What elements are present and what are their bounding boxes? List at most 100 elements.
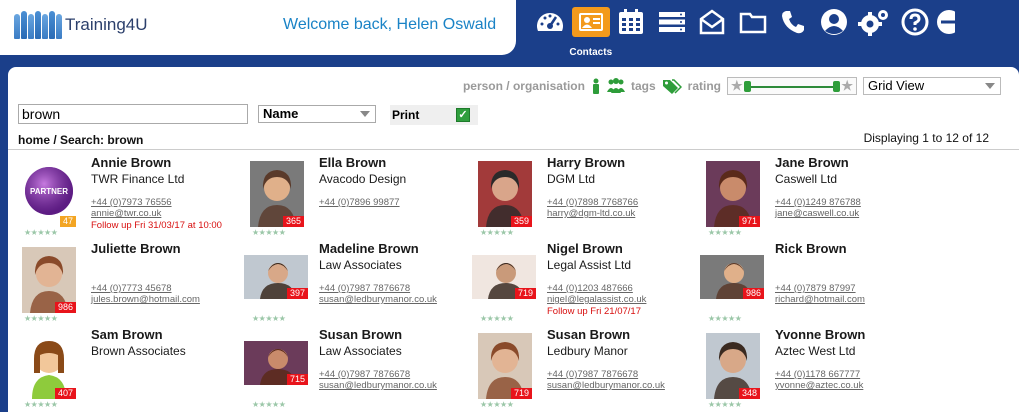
contact-name[interactable]: Sam Brown [91, 327, 163, 342]
nav-user[interactable] [814, 4, 855, 56]
contact-phone[interactable]: +44 (0)7987 7876678 [547, 369, 638, 380]
contact-card[interactable]: 365 ★★★★★ Ella Brown Avacodo Design +44 (0)7… [244, 155, 472, 241]
contact-card[interactable]: 986 ★★★★★ Juliette Brown +44 (0)7773 45678 j… [16, 241, 244, 327]
avatar[interactable]: 719 [472, 255, 536, 299]
avatar[interactable]: 971 [706, 161, 760, 227]
mail-icon [700, 9, 725, 35]
avatar[interactable]: 397 [244, 255, 308, 299]
contact-name[interactable]: Juliette Brown [91, 241, 181, 256]
score-badge: 986 [742, 288, 764, 299]
contact-email[interactable]: yvonne@aztec.co.uk [775, 380, 863, 391]
contact-company[interactable]: Ledbury Manor [547, 344, 628, 358]
contact-name[interactable]: Jane Brown [775, 155, 849, 170]
contact-card[interactable]: 359 ★★★★★ Harry Brown DGM Ltd +44 (0)7898 77… [472, 155, 700, 241]
nav-help[interactable] [895, 4, 936, 56]
nav-settings[interactable] [854, 4, 895, 56]
view-select-value: Grid View [868, 78, 925, 93]
contact-name[interactable]: Ella Brown [319, 155, 386, 170]
contact-name[interactable]: Susan Brown [547, 327, 630, 342]
contact-company[interactable]: DGM Ltd [547, 172, 595, 186]
slider-handle-max[interactable] [833, 81, 840, 92]
search-input[interactable]: brown [18, 104, 248, 124]
contact-name[interactable]: Madeline Brown [319, 241, 419, 256]
contact-company[interactable]: Legal Assist Ltd [547, 258, 631, 272]
avatar[interactable]: 715 [244, 341, 308, 385]
contact-name[interactable]: Rick Brown [775, 241, 847, 256]
contact-company[interactable]: Brown Associates [91, 344, 186, 358]
nav-contacts[interactable]: Contacts [569, 4, 613, 58]
contact-card[interactable]: 407 ★★★★★ Sam Brown Brown Associates [16, 327, 244, 412]
avatar[interactable]: PARTNER 47 [22, 161, 76, 227]
contact-email[interactable]: nigel@legalassist.co.uk [547, 294, 646, 305]
contact-name[interactable]: Susan Brown [319, 327, 402, 342]
contact-company[interactable]: Law Associates [319, 258, 402, 272]
print-toggle[interactable]: Print ✓ [390, 105, 478, 125]
slider-handle-min[interactable] [744, 81, 751, 92]
nav-folder[interactable] [733, 4, 774, 56]
contact-card[interactable]: 986 ★★★★★ Rick Brown +44 (0)7879 87997 richa… [700, 241, 928, 327]
people-logo-icon [14, 11, 62, 39]
contact-phone[interactable]: +44 (0)1203 487666 [547, 283, 633, 294]
contact-email[interactable]: susan@ledburymanor.co.uk [319, 294, 437, 305]
avatar[interactable]: 348 [706, 333, 760, 399]
contact-name[interactable]: Nigel Brown [547, 241, 623, 256]
contact-phone[interactable]: +44 (0)7879 87997 [775, 283, 856, 294]
avatar[interactable]: 986 [22, 247, 76, 313]
contact-company[interactable]: Caswell Ltd [775, 172, 837, 186]
nav-more[interactable] [935, 4, 959, 56]
nav-phone[interactable] [773, 4, 814, 56]
contact-company[interactable]: Aztec West Ltd [775, 344, 855, 358]
nav-contacts-label: Contacts [569, 47, 613, 58]
contact-company[interactable]: Law Associates [319, 344, 402, 358]
contact-phone[interactable]: +44 (0)7896 99877 [319, 197, 400, 208]
avatar[interactable]: 719 [478, 333, 532, 399]
contact-email[interactable]: susan@ledburymanor.co.uk [547, 380, 665, 391]
star-full-icon: ★ [841, 78, 853, 93]
nav-calendar[interactable] [611, 4, 652, 56]
contact-name[interactable]: Harry Brown [547, 155, 625, 170]
person-icon[interactable] [591, 78, 601, 94]
avatar[interactable]: 365 [250, 161, 304, 227]
tags-icon[interactable] [662, 78, 682, 94]
rating-slider[interactable]: ★ ★ [727, 77, 857, 95]
nav-dashboard[interactable] [530, 4, 571, 56]
contact-email[interactable]: harry@dgm-ltd.co.uk [547, 208, 635, 219]
contact-phone[interactable]: +44 (0)1249 876788 [775, 197, 861, 208]
contact-phone[interactable]: +44 (0)7987 7876678 [319, 369, 410, 380]
score-badge: 719 [514, 288, 536, 299]
contact-email[interactable]: richard@hotmail.com [775, 294, 865, 305]
contact-card[interactable]: 719 ★★★★★ Nigel Brown Legal Assist Ltd +44 (… [472, 241, 700, 327]
contact-card[interactable]: 971 ★★★★★ Jane Brown Caswell Ltd +44 (0)1249… [700, 155, 928, 241]
nav-mail[interactable] [692, 4, 733, 56]
contact-card[interactable]: 348 ★★★★★ Yvonne Brown Aztec West Ltd +44 (0… [700, 327, 928, 412]
contact-email[interactable]: jules.brown@hotmail.com [91, 294, 200, 305]
contact-email[interactable]: susan@ledburymanor.co.uk [319, 380, 437, 391]
contact-phone[interactable]: +44 (0)7898 7768766 [547, 197, 638, 208]
contact-card[interactable]: 719 ★★★★★ Susan Brown Ledbury Manor +44 (0)7… [472, 327, 700, 412]
contact-card[interactable]: 397 ★★★★★ Madeline Brown Law Associates +44 … [244, 241, 472, 327]
contact-email[interactable]: jane@caswell.co.uk [775, 208, 859, 219]
avatar[interactable]: 359 [478, 161, 532, 227]
contact-phone[interactable]: +44 (0)7973 76556 [91, 197, 172, 208]
view-select[interactable]: Grid View [863, 77, 1001, 95]
contact-company[interactable]: TWR Finance Ltd [91, 172, 184, 186]
logo[interactable]: Training4U [14, 7, 148, 43]
contact-card[interactable]: PARTNER 47 ★★★★★ Annie Brown TWR Finance Ltd… [16, 155, 244, 241]
svg-text:PARTNER: PARTNER [30, 187, 68, 196]
avatar[interactable]: 986 [700, 255, 764, 299]
tags-filter[interactable]: tags [631, 79, 656, 93]
contact-name[interactable]: Yvonne Brown [775, 327, 865, 342]
avatar[interactable]: 407 [22, 333, 76, 399]
contact-phone[interactable]: +44 (0)7987 7876678 [319, 283, 410, 294]
contact-company[interactable]: Avacodo Design [319, 172, 406, 186]
sort-select[interactable]: Name [258, 105, 376, 123]
nav-list[interactable] [652, 4, 693, 56]
person-organisation-filter[interactable]: person / organisation [463, 79, 585, 93]
contact-card[interactable]: 715 ★★★★★ Susan Brown Law Associates +44 (0)… [244, 327, 472, 412]
contact-email[interactable]: annie@twr.co.uk [91, 208, 161, 219]
contact-phone[interactable]: +44 (0)7773 45678 [91, 283, 172, 294]
organisation-icon[interactable] [606, 78, 625, 94]
contact-name[interactable]: Annie Brown [91, 155, 171, 170]
print-checkbox[interactable]: ✓ [456, 108, 470, 122]
contact-phone[interactable]: +44 (0)1178 667777 [775, 369, 860, 380]
